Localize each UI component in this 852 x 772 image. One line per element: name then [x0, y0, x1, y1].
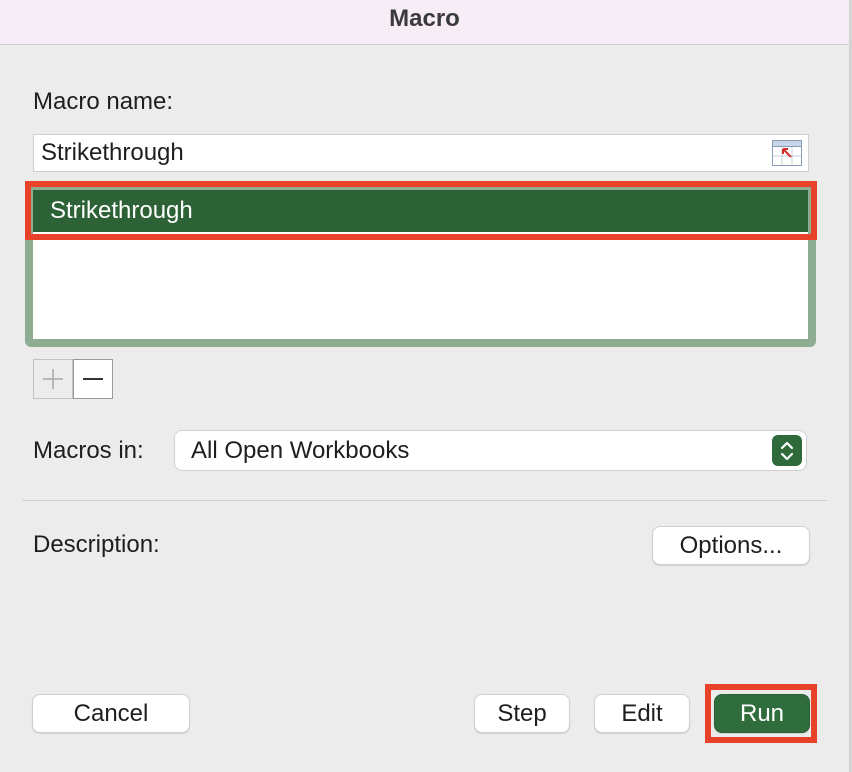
- macros-in-select[interactable]: All Open Workbooks: [174, 430, 807, 471]
- macro-list-item-label: Strikethrough: [50, 197, 193, 224]
- options-button[interactable]: Options...: [652, 526, 810, 565]
- macros-in-label: Macros in:: [33, 437, 144, 464]
- macro-list-item[interactable]: Strikethrough: [33, 190, 808, 232]
- remove-macro-button[interactable]: [73, 359, 113, 399]
- range-select-icon[interactable]: [772, 140, 802, 166]
- plus-icon: [43, 369, 63, 389]
- add-macro-button[interactable]: [33, 359, 73, 399]
- description-label: Description:: [33, 531, 160, 558]
- macro-name-input[interactable]: [33, 134, 809, 172]
- dialog-title: Macro: [389, 5, 460, 32]
- run-button[interactable]: Run: [714, 694, 810, 733]
- cancel-button[interactable]: Cancel: [32, 694, 190, 733]
- title-bar: Macro: [0, 0, 849, 45]
- section-divider: [22, 500, 827, 501]
- step-button[interactable]: Step: [474, 694, 570, 733]
- minus-icon: [83, 378, 103, 380]
- macro-dialog: Macro Macro name: Strikethrough Macros i…: [0, 0, 852, 772]
- macros-in-value: All Open Workbooks: [191, 436, 410, 464]
- up-down-chevron-icon: [772, 435, 802, 466]
- macro-name-label: Macro name:: [33, 88, 174, 115]
- edit-button[interactable]: Edit: [594, 694, 690, 733]
